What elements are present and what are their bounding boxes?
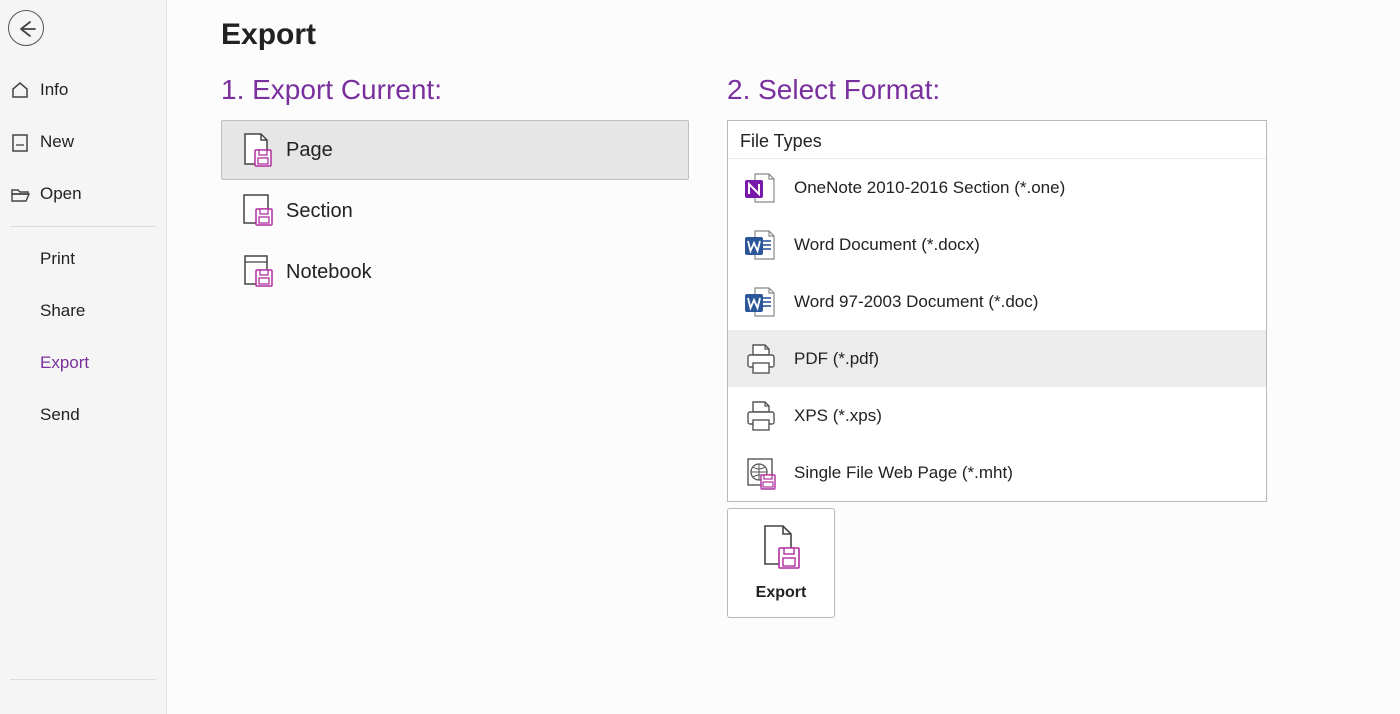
nav-item-open[interactable]: Open [0,168,166,220]
nav-item-share[interactable]: Share [0,285,166,337]
page-save-icon [236,132,282,168]
home-icon [10,80,30,100]
scope-label: Page [282,139,333,162]
arrow-left-icon [15,17,37,39]
nav-label: Print [40,249,75,269]
format-label: Word Document (*.docx) [784,235,980,255]
file-types-header: File Types [728,121,1266,159]
printer-icon [738,341,784,377]
nav-item-new[interactable]: New [0,116,166,168]
page-save-icon [761,524,801,570]
nav-label: Share [40,301,85,321]
select-format-heading: 2. Select Format: [727,74,1287,106]
format-item-pdf[interactable]: PDF (*.pdf) [728,330,1266,387]
section-save-icon [236,193,282,229]
format-item-docx[interactable]: Word Document (*.docx) [728,216,1266,273]
export-button-label: Export [756,584,807,602]
export-current-column: 1. Export Current: Page Section [221,74,689,618]
format-item-doc[interactable]: Word 97-2003 Document (*.doc) [728,273,1266,330]
export-page: Export 1. Export Current: Page Section [167,0,1400,714]
nav-label: Export [40,353,89,373]
format-label: OneNote 2010-2016 Section (*.one) [784,178,1065,198]
format-label: XPS (*.xps) [784,406,882,426]
scope-item-notebook[interactable]: Notebook [221,242,689,302]
back-button[interactable] [8,10,44,46]
export-button[interactable]: Export [727,508,835,618]
word-old-icon [738,284,784,320]
file-icon [10,132,30,152]
format-item-mht[interactable]: Single File Web Page (*.mht) [728,444,1266,501]
select-format-column: 2. Select Format: File Types OneNote 201… [727,74,1287,618]
nav-label: Info [40,80,68,100]
backstage-sidebar: Info New Open Print Share Export Send [0,0,167,714]
word-icon [738,227,784,263]
nav-label: New [40,132,74,152]
format-label: Word 97-2003 Document (*.doc) [784,292,1038,312]
scope-label: Notebook [282,261,372,284]
nav-divider [10,679,156,680]
format-item-onenote[interactable]: OneNote 2010-2016 Section (*.one) [728,159,1266,216]
printer-icon [738,398,784,434]
scope-item-page[interactable]: Page [221,120,689,180]
nav-item-send[interactable]: Send [0,389,166,441]
webpage-icon [738,455,784,491]
export-current-heading: 1. Export Current: [221,74,689,106]
nav-label: Open [40,184,82,204]
format-panel: File Types OneNote 2010-2016 Section (*.… [727,120,1267,502]
nav-item-print[interactable]: Print [0,233,166,285]
format-label: PDF (*.pdf) [784,349,879,369]
nav-item-export[interactable]: Export [0,337,166,389]
notebook-save-icon [236,254,282,290]
format-label: Single File Web Page (*.mht) [784,463,1013,483]
scope-label: Section [282,200,353,223]
folder-icon [10,184,30,204]
nav-divider [10,226,156,227]
nav-label: Send [40,405,80,425]
onenote-icon [738,170,784,206]
scope-item-section[interactable]: Section [221,181,689,241]
page-title: Export [221,18,1400,52]
format-item-xps[interactable]: XPS (*.xps) [728,387,1266,444]
nav-item-info[interactable]: Info [0,64,166,116]
